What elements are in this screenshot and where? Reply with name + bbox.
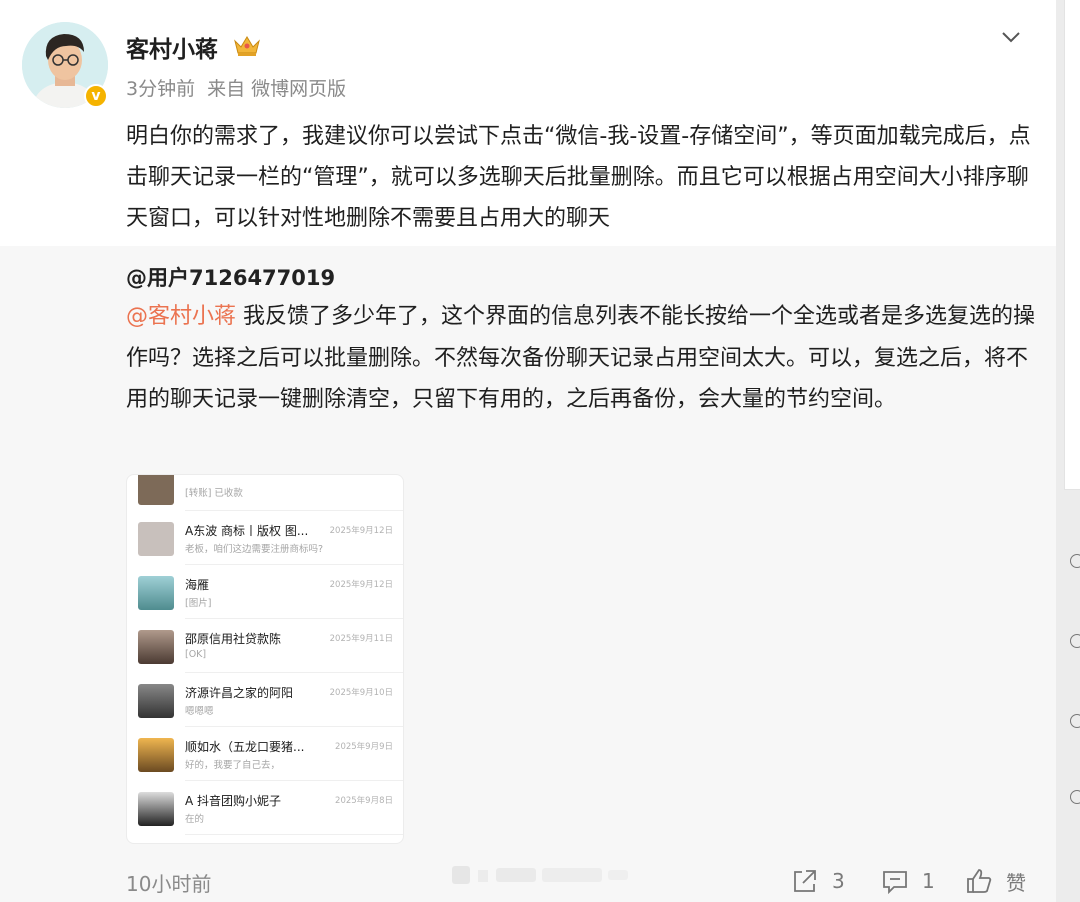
retweet-time[interactable]: 10小时前 bbox=[126, 868, 211, 897]
mention-link[interactable]: @客村小蒋 bbox=[126, 304, 236, 329]
divider bbox=[185, 834, 403, 835]
chat-avatar bbox=[138, 475, 174, 505]
chat-message: 嗯嗯嗯 bbox=[185, 706, 214, 717]
retweet-image[interactable]: [转账] 已收款 A东波 商标丨版权 图... 2025年9月12日 老板，咱们… bbox=[126, 474, 404, 844]
chat-name: A东波 商标丨版权 图... bbox=[185, 524, 309, 538]
chat-date: 2025年9月9日 bbox=[335, 742, 393, 752]
like-label: 赞 bbox=[1006, 870, 1026, 895]
list-item: 邵原信用社贷款陈 2025年9月11日 [OK] bbox=[127, 619, 403, 673]
comment-button[interactable]: 1 bbox=[880, 866, 935, 896]
sidebar-float-icon[interactable] bbox=[1070, 634, 1080, 648]
share-icon bbox=[794, 870, 816, 892]
chat-name: 邵原信用社贷款陈 bbox=[185, 632, 282, 646]
chat-avatar bbox=[138, 684, 174, 718]
chat-avatar bbox=[138, 738, 174, 772]
verified-badge-icon: v bbox=[84, 84, 108, 108]
chat-date: 2025年9月10日 bbox=[329, 688, 393, 698]
chat-message: [OK] bbox=[185, 649, 207, 660]
chat-avatar bbox=[138, 792, 174, 826]
chat-avatar bbox=[138, 576, 174, 610]
retweet-text: @客村小蒋 我反馈了多少年了，这个界面的信息列表不能长按给一个全选或者是多选复选… bbox=[126, 296, 1036, 421]
list-item: 济源许昌之家的阿阳 2025年9月10日 嗯嗯嗯 bbox=[127, 673, 403, 727]
chat-message: 在的 bbox=[185, 814, 205, 825]
chat-date: 2025年9月12日 bbox=[329, 526, 393, 536]
share-button[interactable]: 3 bbox=[790, 866, 845, 896]
chat-message: [图片] bbox=[185, 598, 212, 609]
chat-message: [转账] 已收款 bbox=[185, 488, 243, 499]
chat-name: A 抖音团购小妮子 bbox=[185, 794, 282, 808]
post-time[interactable]: 3分钟前 bbox=[126, 78, 195, 100]
sidebar-float-icon[interactable] bbox=[1070, 714, 1080, 728]
sidebar-float-icon[interactable] bbox=[1070, 554, 1080, 568]
comment-count: 1 bbox=[922, 869, 935, 893]
chat-avatar bbox=[138, 522, 174, 556]
post-text: 明白你的需求了，我建议你可以尝试下点击“微信-我-设置-存储空间”，等页面加载完… bbox=[126, 124, 1031, 231]
list-item: A东波 商标丨版权 图... 2025年9月12日 老板，咱们这边需要注册商标吗… bbox=[127, 511, 403, 565]
sidebar-float-icon[interactable] bbox=[1070, 790, 1080, 804]
share-count: 3 bbox=[832, 869, 845, 893]
chat-avatar bbox=[138, 630, 174, 664]
chat-name: 顺如水（五龙口要猪... bbox=[185, 740, 305, 754]
chat-message: 好的，我要了自己去， bbox=[185, 760, 281, 771]
post-meta: 3分钟前 来自 微博网页版 bbox=[126, 74, 352, 101]
thumbs-up-icon bbox=[967, 869, 992, 893]
chat-name: 海雁 bbox=[185, 578, 210, 592]
retweet-body: 我反馈了多少年了，这个界面的信息列表不能长按给一个全选或者是多选复选的操作吗？选… bbox=[126, 304, 1036, 412]
retweet-author[interactable]: @用户7126477019 bbox=[126, 262, 335, 292]
comment-icon bbox=[883, 871, 907, 895]
chat-date: 2025年9月11日 bbox=[329, 634, 393, 644]
blurred-watermark bbox=[452, 866, 628, 884]
like-button[interactable]: 赞 bbox=[964, 866, 1026, 896]
chat-message: 老板，咱们这边需要注册商标吗? bbox=[185, 544, 324, 555]
list-item: 海雁 2025年9月12日 [图片] bbox=[127, 565, 403, 619]
weibo-post-card: v 客村小蒋 3分钟前 来自 微博网页版 明白你的需求了，我建议你可以尝试下点击… bbox=[0, 0, 1056, 902]
chat-date: 2025年9月12日 bbox=[329, 580, 393, 590]
post-author-name[interactable]: 客村小蒋 bbox=[126, 30, 218, 64]
chevron-down-icon[interactable] bbox=[998, 24, 1024, 50]
scrollbar[interactable] bbox=[1064, 0, 1080, 490]
crown-icon bbox=[234, 36, 260, 56]
chat-name: 济源许昌之家的阿阳 bbox=[185, 686, 294, 700]
list-item: [转账] 已收款 bbox=[127, 475, 403, 511]
chat-date: 2025年9月8日 bbox=[335, 796, 393, 806]
post-source: 来自 微博网页版 bbox=[207, 78, 347, 100]
list-item: A 抖音团购小妮子 2025年9月8日 在的 bbox=[127, 781, 403, 835]
post-main: v 客村小蒋 3分钟前 来自 微博网页版 明白你的需求了，我建议你可以尝试下点击… bbox=[0, 0, 1056, 246]
list-item: 顺如水（五龙口要猪... 2025年9月9日 好的，我要了自己去， bbox=[127, 727, 403, 781]
